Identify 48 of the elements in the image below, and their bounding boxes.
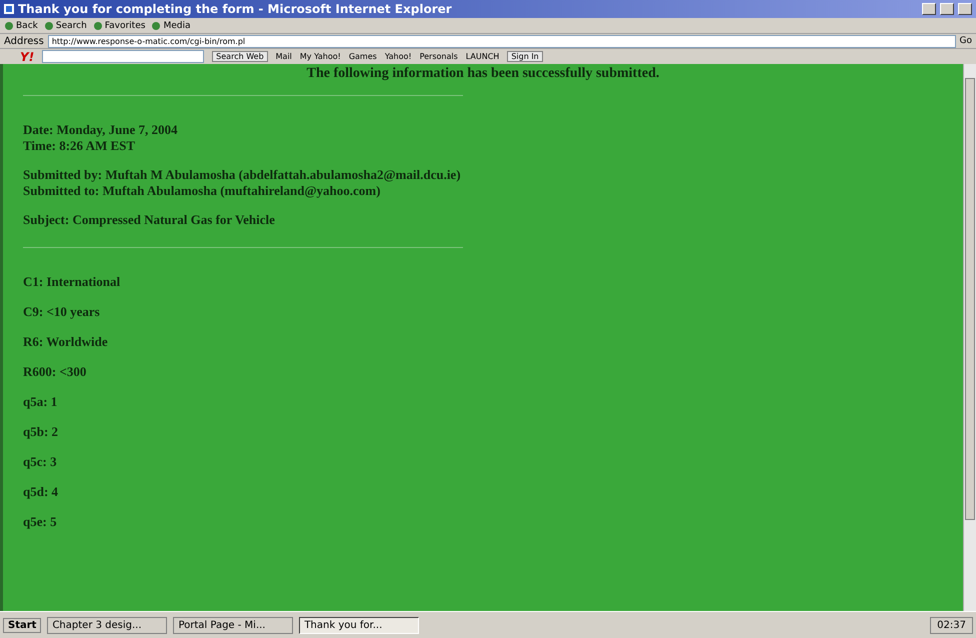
circle-icon	[92, 20, 103, 30]
go-button[interactable]: Go	[960, 36, 972, 46]
answer-line: R6: Worldwide	[23, 334, 109, 350]
answer-line: q5e: 5	[23, 514, 58, 530]
taskbar-button[interactable]: Portal Page - Mi...	[173, 616, 294, 634]
close-button[interactable]	[958, 3, 972, 15]
clock: 02:37	[937, 620, 966, 630]
toolbar-link[interactable]: Games	[348, 52, 377, 61]
answer-line: R600: <300	[23, 364, 88, 380]
circle-icon	[44, 20, 54, 30]
toolbar-button[interactable]: Back	[4, 20, 38, 30]
info-line: Time: 8:26 AM EST	[23, 138, 136, 154]
maximize-button[interactable]	[940, 3, 954, 15]
yahoo-logo: Y!	[20, 50, 34, 64]
answer-line: q5d: 4	[23, 484, 60, 500]
window-title: Thank you for completing the form - Microsoft Internet Explorer	[18, 2, 453, 16]
address-field[interactable]: http://www.response-o-matic.com/cgi-bin/rom.pl	[48, 34, 956, 48]
start-button[interactable]: Start	[3, 618, 42, 632]
answer-line: q5b: 2	[23, 424, 60, 440]
toolbar-button[interactable]: Media	[151, 20, 190, 30]
answer-line: q5a: 1	[23, 394, 58, 410]
address-label: Address	[4, 36, 44, 46]
toolbar-link[interactable]: Personals	[420, 52, 458, 61]
answer-line: C9: <10 years	[23, 304, 101, 320]
info-line: Submitted by: Muftah M Abulamosha (abdelfattah.abulamosha2@mail.dcu.ie)	[23, 167, 462, 183]
toolbar-link[interactable]: Mail	[276, 52, 292, 61]
page-heading: The following information has been successfully submitted.	[306, 66, 660, 82]
answer-line: C1: International	[23, 274, 122, 290]
search-field[interactable]	[42, 50, 204, 63]
search-web-button[interactable]: Search Web	[212, 51, 268, 62]
scroll-thumb[interactable]	[965, 78, 975, 520]
circle-icon	[4, 20, 14, 30]
info-line: Submitted to: Muftah Abulamosha (muftahireland@yahoo.com)	[23, 183, 382, 199]
info-line: Subject: Compressed Natural Gas for Vehicle	[23, 212, 276, 228]
taskbar-button[interactable]: Chapter 3 desig...	[47, 616, 168, 634]
answer-line: q5c: 3	[23, 454, 58, 470]
circle-icon	[151, 20, 162, 30]
info-line: Date: Monday, June 7, 2004	[23, 122, 179, 138]
sign-in-button[interactable]: Sign In	[507, 51, 543, 62]
minimize-button[interactable]	[922, 3, 936, 15]
toolbar-link[interactable]: My Yahoo!	[300, 52, 341, 61]
toolbar-link[interactable]: Yahoo!	[384, 52, 412, 61]
browser-icon	[4, 4, 14, 14]
toolbar-button[interactable]: Favorites	[92, 20, 146, 30]
taskbar-button[interactable]: Thank you for...	[299, 616, 420, 634]
toolbar-link[interactable]: LAUNCH	[466, 52, 500, 61]
toolbar-button[interactable]: Search	[44, 20, 87, 30]
scrollbar[interactable]	[963, 64, 976, 611]
